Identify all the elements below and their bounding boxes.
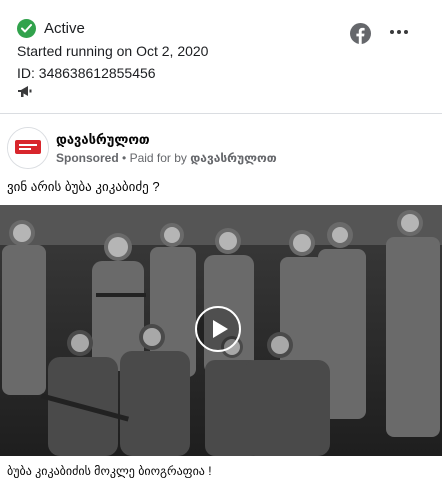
play-icon[interactable] bbox=[195, 306, 241, 352]
ad-body-text: ვინ არის ბუბა კიკაბიძე ? bbox=[7, 179, 160, 194]
separator-dot: • bbox=[122, 151, 127, 165]
sponsored-line: Sponsored • Paid for by დავასრულოთ bbox=[56, 151, 277, 165]
megaphone-icon bbox=[17, 85, 33, 99]
more-options-icon[interactable] bbox=[390, 30, 408, 34]
paid-for-name: დავასრულოთ bbox=[190, 151, 277, 165]
check-circle-icon bbox=[17, 19, 36, 38]
page-name-link[interactable]: დავასრულოთ bbox=[56, 132, 150, 148]
ad-caption: ბუბა კიკაბიძის მოკლე ბიოგრაფია ! bbox=[7, 464, 212, 478]
sponsored-label: Sponsored bbox=[56, 151, 119, 165]
ad-id-text: ID: 348638612855456 bbox=[17, 65, 156, 81]
started-running-text: Started running on Oct 2, 2020 bbox=[17, 43, 209, 59]
page-avatar[interactable] bbox=[7, 127, 49, 169]
status-row: Active bbox=[17, 19, 85, 38]
paid-for-prefix: Paid for by bbox=[129, 151, 187, 165]
status-label: Active bbox=[44, 20, 85, 37]
divider bbox=[0, 113, 442, 114]
facebook-icon[interactable] bbox=[350, 23, 371, 44]
